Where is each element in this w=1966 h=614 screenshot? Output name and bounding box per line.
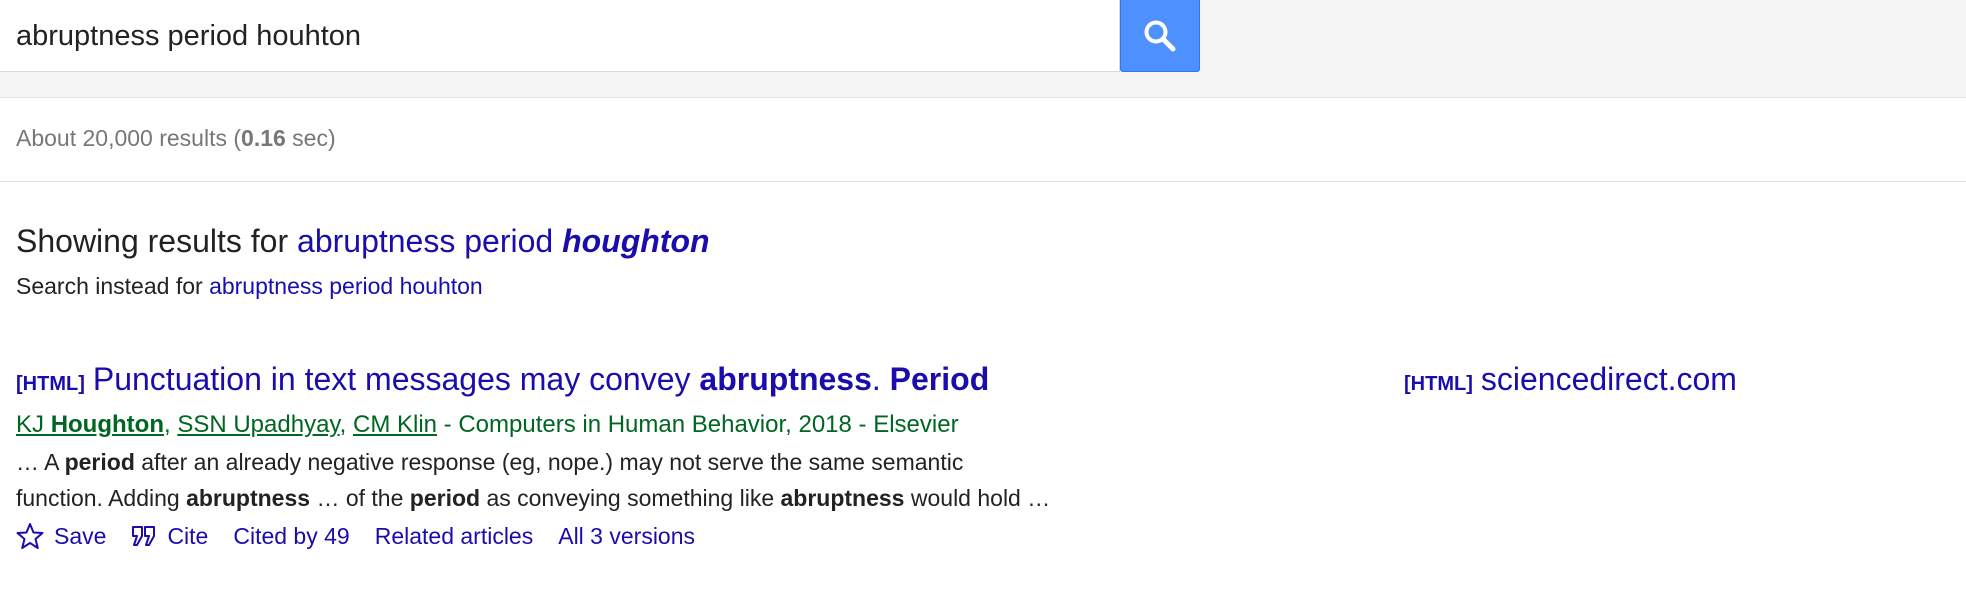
corrected-query-emphasis: houghton: [562, 223, 710, 259]
snippet-bold: period: [409, 485, 481, 511]
star-icon: [16, 523, 44, 549]
author-name-bold: Houghton: [50, 411, 164, 438]
top-bar: [0, 0, 1966, 98]
showing-results-label: Showing results for: [16, 223, 298, 259]
result-snippet: … A period after an already negative res…: [16, 444, 1216, 516]
result-title-link[interactable]: Punctuation in text messages may convey …: [93, 361, 989, 397]
cite-label: Cite: [167, 523, 209, 549]
snippet-bold: abruptness: [186, 485, 311, 511]
author-separator: ,: [339, 411, 353, 438]
author-link[interactable]: SSN Upadhyay: [177, 411, 339, 438]
results-stats-bar: About 20,000 results (0.16 sec): [0, 98, 1966, 182]
search-box: [0, 0, 1120, 72]
related-articles-link[interactable]: Related articles: [375, 518, 534, 554]
title-part: .: [871, 361, 890, 397]
cite-button[interactable]: Cite: [131, 518, 208, 554]
result-source: - Computers in Human Behavior, 2018 - El…: [437, 411, 959, 438]
results-time: 0.16: [241, 125, 286, 151]
results-count-prefix: About 20,000 results (: [16, 125, 242, 151]
spelling-correction: Showing results for abruptness period ho…: [16, 223, 710, 260]
cited-by-link[interactable]: Cited by 49: [233, 518, 349, 554]
snippet-text: function. Adding: [16, 485, 187, 511]
corrected-query-link[interactable]: abruptness period houghton: [297, 223, 710, 259]
snippet-bold: period: [64, 449, 135, 475]
title-part: Punctuation in text messages may convey: [92, 361, 700, 397]
snippet-text: as conveying something like: [480, 485, 781, 511]
author-separator: ,: [163, 411, 178, 438]
title-part-bold: Period: [889, 361, 990, 397]
author-link[interactable]: CM Klin: [353, 411, 437, 438]
results-count-suffix: sec): [285, 125, 336, 151]
search-result: [HTML] Punctuation in text messages may c…: [16, 359, 1216, 554]
snippet-text: would hold …: [904, 485, 1051, 511]
snippet-text: … of the: [310, 485, 410, 511]
fulltext-domain: sciencedirect.com: [1480, 361, 1737, 397]
snippet-line: function. Adding abruptness … of the per…: [16, 480, 1216, 516]
snippet-text: after an already negative response (eg, …: [134, 449, 964, 475]
result-title-row: [HTML] Punctuation in text messages may c…: [16, 359, 1216, 404]
snippet-line: … A period after an already negative res…: [16, 444, 1216, 480]
fulltext-link[interactable]: [HTML] sciencedirect.com: [1404, 359, 1737, 404]
results-count: About 20,000 results (0.16 sec): [16, 125, 336, 152]
save-label: Save: [54, 523, 107, 549]
corrected-query-text: abruptness period: [297, 223, 563, 259]
result-format-tag: [HTML]: [16, 373, 85, 395]
search-instead-label: Search instead for: [16, 273, 210, 299]
search-button[interactable]: [1120, 0, 1200, 72]
author-name: KJ: [16, 411, 51, 438]
search-input[interactable]: [16, 14, 1096, 58]
save-button[interactable]: Save: [16, 518, 106, 554]
author-link[interactable]: KJ Houghton: [16, 411, 164, 438]
result-actions: Save Cite Cited by 49 Related articles A…: [16, 518, 1216, 554]
magnifier-icon: [1144, 20, 1176, 51]
snippet-bold: abruptness: [780, 485, 905, 511]
quote-icon: [132, 526, 156, 546]
all-versions-link[interactable]: All 3 versions: [558, 518, 695, 554]
fulltext-format-tag: [HTML]: [1404, 373, 1473, 395]
original-query-link[interactable]: abruptness period houhton: [209, 273, 483, 299]
snippet-text: … A: [16, 449, 65, 475]
search-instead: Search instead for abruptness period hou…: [16, 273, 483, 300]
result-meta: KJ Houghton, SSN Upadhyay, CM Klin - Com…: [16, 408, 1216, 442]
title-part-bold: abruptness: [699, 361, 872, 397]
